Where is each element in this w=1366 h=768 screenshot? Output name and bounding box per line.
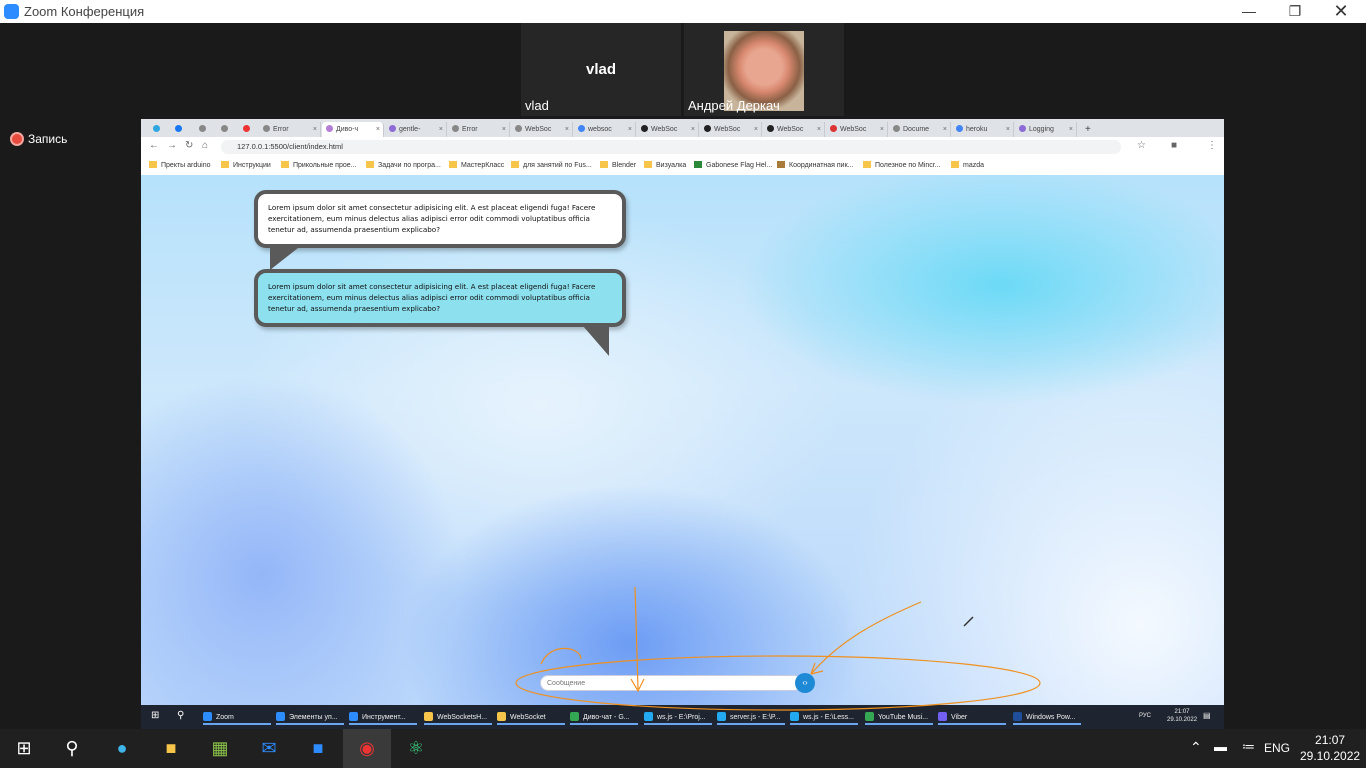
store-icon[interactable]: ▦ xyxy=(196,729,244,768)
close-button[interactable]: ✕ xyxy=(1318,0,1364,23)
shared-screen: Error × Диво-ч × gentle- × Error × WebSoc × w… xyxy=(141,119,1224,729)
window-title: Zoom Конференция xyxy=(24,4,145,19)
restore-button[interactable]: ❐ xyxy=(1272,0,1318,23)
recording-label: Запись xyxy=(28,132,68,146)
participant-tile-vlad[interactable]: vlad vlad xyxy=(521,23,681,116)
participant-name: vlad xyxy=(525,98,549,113)
atom-icon[interactable]: ⚛ xyxy=(392,729,440,768)
zoom-title-bar: Zoom Конференция — ❐ ✕ xyxy=(0,0,1366,23)
zoom-logo-icon xyxy=(4,4,19,19)
minimize-button[interactable]: — xyxy=(1226,0,1272,23)
tray-chevron-icon[interactable]: ⌃ xyxy=(1190,739,1202,756)
participant-tile-andrey[interactable]: Андрей Деркач xyxy=(684,23,844,116)
record-icon xyxy=(12,134,22,144)
battery-icon[interactable]: ▬ xyxy=(1214,739,1227,754)
windows-start-icon[interactable]: ⊞ xyxy=(0,729,48,768)
annotation-arrow-down xyxy=(630,586,645,693)
chrome-icon[interactable]: ◉ xyxy=(343,729,391,768)
file-explorer-icon[interactable]: ■ xyxy=(147,729,195,768)
mail-icon[interactable]: ✉ xyxy=(245,729,293,768)
annotation-arrow xyxy=(810,601,922,675)
zoom-icon[interactable]: ■ xyxy=(294,729,342,768)
clock[interactable]: 21:07 29.10.2022 xyxy=(1300,732,1360,764)
edge-icon[interactable]: ● xyxy=(98,729,146,768)
recording-indicator[interactable]: Запись xyxy=(12,132,67,146)
participant-big-name: vlad xyxy=(585,61,616,78)
annotation-ellipse xyxy=(515,655,1041,711)
windows-taskbar: ⊞ ⚲ ● ■ ▦ ✉ ■ ◉ ⚛ ⌃ ▬ ≔ ENG 21:07 29.10.2… xyxy=(0,729,1366,768)
annotation-overlay xyxy=(515,586,1041,711)
wifi-icon[interactable]: ≔ xyxy=(1242,739,1255,755)
annotation-scribble xyxy=(540,647,582,665)
participant-name: Андрей Деркач xyxy=(688,98,780,113)
language-indicator[interactable]: ENG xyxy=(1264,741,1290,755)
pen-cursor-icon xyxy=(963,616,974,627)
search-icon[interactable]: ⚲ xyxy=(48,729,96,768)
